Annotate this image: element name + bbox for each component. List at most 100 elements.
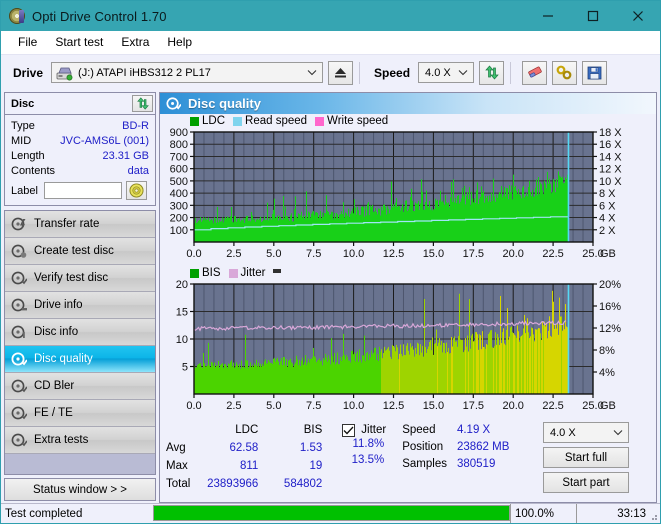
svg-text:4%: 4%: [599, 367, 615, 379]
svg-text:15.0: 15.0: [423, 248, 444, 260]
test-speed-select[interactable]: 4.0 X: [542, 422, 629, 443]
sidebar-item-create-test-disc[interactable]: Create test disc: [5, 238, 155, 265]
disc-refresh-button[interactable]: [132, 95, 153, 112]
start-part-button[interactable]: Start part: [542, 472, 629, 493]
toolbar: Drive (J:) ATAPI iHBS312 2 PL17 Speed 4.…: [1, 54, 660, 90]
svg-text:12%: 12%: [599, 323, 621, 335]
menu-extra[interactable]: Extra: [112, 33, 158, 51]
stats-avg-bis: 1.53: [299, 442, 323, 455]
save-icon: [587, 66, 602, 79]
run-info-table: Speed 4.19 X Position 23862 MB Samples 3…: [402, 422, 535, 473]
close-icon[interactable]: [615, 1, 660, 31]
menu-help[interactable]: Help: [158, 33, 201, 51]
speed-select[interactable]: 4.0 X: [418, 62, 475, 83]
erase-button[interactable]: [522, 60, 548, 85]
sidebar-item-fe-te[interactable]: FE / TE: [5, 400, 155, 427]
table-row: Position 23862 MB: [402, 439, 535, 456]
eject-icon: [335, 68, 347, 78]
svg-text:2.5: 2.5: [226, 248, 241, 260]
tools-icon: [556, 65, 572, 80]
stats-max-ldc: 811: [239, 459, 259, 472]
cd-bler-icon: [11, 379, 27, 393]
sidebar-item-cd-bler[interactable]: CD Bler: [5, 373, 155, 400]
svg-text:7.5: 7.5: [306, 400, 321, 412]
disc-type-label: Type: [11, 119, 35, 132]
sidebar-item-verify-test-disc[interactable]: Verify test disc: [5, 265, 155, 292]
svg-text:15.0: 15.0: [423, 400, 444, 412]
jitter-checkbox[interactable]: [342, 423, 356, 437]
disc-create-icon: [11, 244, 27, 258]
disc-label-input[interactable]: [43, 182, 122, 199]
svg-text:22.5: 22.5: [542, 248, 563, 260]
nav-list: Transfer rate Create test disc Verify te…: [4, 210, 156, 475]
disc-contents-label: Contents: [11, 164, 56, 177]
svg-text:10.0: 10.0: [343, 248, 364, 260]
sidebar-item-disc-info[interactable]: Disc info: [5, 319, 155, 346]
disc-quality-icon: [166, 97, 181, 110]
toolbar-separator: [359, 61, 361, 84]
svg-text:500: 500: [170, 176, 188, 188]
stats-area: LDC BIS Avg 62.58 1.53 Max 811 19 Total …: [160, 418, 656, 495]
sidebar: Disc Type BD-R MID JVC-AMS6L (001) Lengt…: [1, 90, 158, 503]
disc-panel-header: Disc: [5, 93, 155, 115]
disc-length-label: Length: [11, 149, 45, 162]
drive-select[interactable]: (J:) ATAPI iHBS312 2 PL17: [51, 62, 324, 83]
legend-read-speed: Read speed: [233, 115, 307, 127]
legend-ldc: LDC: [190, 115, 225, 127]
disc-label-button[interactable]: [125, 181, 147, 200]
stats-row-label: Avg: [166, 442, 186, 455]
start-full-button[interactable]: Start full: [542, 447, 629, 468]
nav-filler: [5, 454, 155, 474]
refresh-button[interactable]: [479, 60, 505, 85]
stats-row-label: Total: [166, 477, 191, 490]
app-body: Disc Type BD-R MID JVC-AMS6L (001) Lengt…: [1, 90, 660, 503]
svg-text:300: 300: [170, 200, 188, 212]
speed-label: Speed: [374, 65, 411, 80]
svg-text:20.0: 20.0: [502, 248, 523, 260]
table-row: Avg 62.58 1.53: [166, 440, 328, 458]
svg-text:15: 15: [176, 307, 188, 319]
table-row: Total 23893966 584802: [166, 475, 328, 493]
sidebar-item-label: Disc info: [34, 326, 79, 338]
svg-text:600: 600: [170, 164, 188, 176]
panel-header: Disc quality: [160, 93, 656, 114]
table-row: Max 811 19: [166, 458, 328, 476]
sidebar-item-disc-quality[interactable]: Disc quality: [5, 346, 155, 373]
svg-text:16 X: 16 X: [599, 139, 622, 151]
sidebar-item-drive-info[interactable]: Drive info: [5, 292, 155, 319]
svg-text:400: 400: [170, 188, 188, 200]
disc-row-length: Length 23.31 GB: [11, 148, 149, 163]
eject-button[interactable]: [328, 60, 354, 85]
legend-bis: BIS: [190, 267, 221, 279]
jitter-header: Jitter: [342, 422, 386, 438]
sidebar-item-label: Transfer rate: [34, 218, 100, 230]
resize-grip-icon[interactable]: [648, 511, 658, 521]
ldc-chart-block: LDC Read speed Write speed 100 200 300 400 5…: [160, 114, 656, 266]
svg-text:12.5: 12.5: [383, 400, 404, 412]
legend-jitter: Jitter: [228, 267, 265, 279]
stats-table: LDC BIS Avg 62.58 1.53 Max 811 19 Total …: [166, 422, 328, 493]
window-title: Opti Drive Control 1.70: [32, 8, 167, 24]
svg-text:17.5: 17.5: [463, 248, 484, 260]
status-message: Test completed: [5, 507, 83, 520]
speed-column: Speed 4.19 X Position 23862 MB Samples 3…: [402, 422, 535, 493]
sidebar-item-label: Extra tests: [34, 434, 89, 446]
sidebar-item-extra-tests[interactable]: Extra tests: [5, 427, 155, 454]
maximize-icon[interactable]: [570, 1, 615, 31]
status-window-button[interactable]: Status window > >: [4, 478, 156, 501]
save-button[interactable]: [582, 60, 608, 85]
progress-bar-fill: [154, 506, 509, 520]
svg-text:5: 5: [182, 362, 188, 374]
sidebar-item-transfer-rate[interactable]: Transfer rate: [5, 211, 155, 238]
menu-start-test[interactable]: Start test: [46, 33, 112, 51]
position-label: Position: [402, 441, 444, 453]
svg-text:0.0: 0.0: [186, 400, 201, 412]
menu-file[interactable]: File: [9, 33, 46, 51]
samples-label: Samples: [402, 458, 447, 470]
tools-button[interactable]: [552, 60, 578, 85]
legend-swatch: [228, 268, 238, 278]
toolbar-separator: [510, 61, 512, 84]
legend-label: Write speed: [327, 115, 389, 127]
ldc-read-speed-chart: 1002003004005006007008009002 X4 X6 X8 X1…: [170, 127, 623, 260]
minimize-icon[interactable]: [525, 1, 570, 31]
